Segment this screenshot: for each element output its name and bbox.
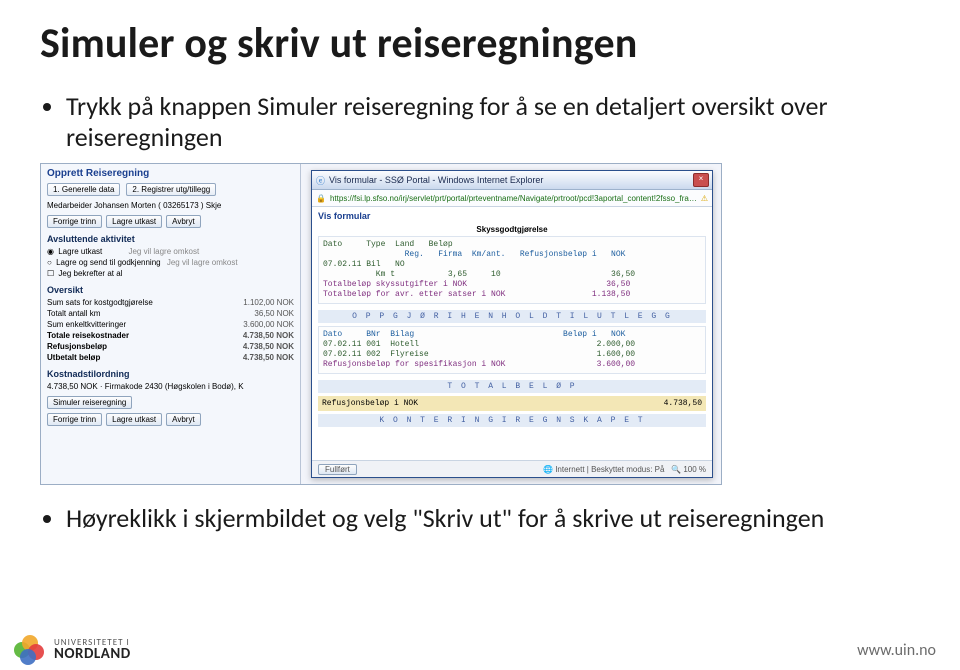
refund-value: 4.738,50	[664, 399, 702, 408]
sap-left-panel: Opprett Reiseregning 1. Generelle data 2…	[41, 164, 301, 484]
t2-r2: 07.02.11 002 Flyreise 1.600,00	[323, 350, 635, 359]
step-1-num: 1.	[53, 185, 60, 194]
wizard-step-2[interactable]: 2. Registrer utg/tillegg	[126, 183, 216, 196]
t2-r1: 07.02.11 001 Hotell 2.000,00	[323, 340, 635, 349]
bullet-1-b: Simuler reiseregning	[257, 90, 473, 122]
row-antkm-label: Totalt antall km	[47, 309, 100, 318]
popup-addressbar[interactable]: 🔒 https://fsi.lp.sfso.no/irj/servlet/prt…	[312, 190, 712, 207]
wizard-steps: 1. Generelle data 2. Registrer utg/tille…	[47, 183, 294, 196]
bullet-1-a: Trykk på knappen	[66, 90, 257, 122]
band-oppgjor: O P P G J Ø R I H E N H O L D T I L U T …	[318, 310, 706, 323]
t1-r1: 07.02.11 Bil NO	[323, 260, 405, 269]
step-2-label: Registrer utg/tillegg	[141, 185, 210, 194]
row-refund-value: 4.738,50 NOK	[243, 342, 294, 351]
skyss-table: Dato Type Land Beløp Reg. Firma Km/ant. …	[318, 236, 706, 304]
row-refund-label: Refusjonsbeløp	[47, 342, 107, 351]
employee-line: Medarbeider Johansen Morten ( 03265173 )…	[47, 200, 294, 211]
row-kost-value: 1.102,00 NOK	[243, 298, 294, 307]
done-button[interactable]: Fullført	[318, 464, 357, 475]
save-draft-button-2[interactable]: Lagre utkast	[106, 413, 162, 426]
uin-logo: UNIVERSITETET I NORDLAND	[14, 635, 131, 665]
step-2-num: 2.	[132, 185, 139, 194]
cancel-button-2[interactable]: Avbryt	[166, 413, 201, 426]
employee-label: Medarbeider Johansen Morten ( 03265173 )…	[47, 201, 221, 210]
refund-label: Refusjonsbeløp i NOK	[322, 399, 418, 408]
confirm-row[interactable]: ☐ Jeg bekrefter at al	[47, 268, 294, 279]
t1-tot2: Totalbeløp for avr. etter satser i NOK 1…	[323, 290, 630, 299]
popup-body: Vis formular Skyssgodtgjørelse Dato Type…	[312, 207, 712, 460]
warning-icon: ⚠	[701, 194, 708, 203]
band-kontering: K O N T E R I N G I R E G N S K A P E T	[318, 414, 706, 427]
confirm-label: Jeg bekrefter at al	[58, 269, 122, 278]
simulate-button[interactable]: Simuler reiseregning	[47, 396, 132, 409]
row-paid-label: Utbetalt beløp	[47, 353, 100, 362]
internet-icon: 🌐	[543, 465, 553, 474]
popup-title-text: Vis formular - SSØ Portal - Windows Inte…	[329, 175, 543, 185]
row-total-value: 4.738,50 NOK	[243, 331, 294, 340]
logo-line2: NORDLAND	[54, 647, 131, 662]
status-internet-text: Internett | Beskyttet modus: På	[555, 465, 664, 474]
popup-titlebar: ⓔ Vis formular - SSØ Portal - Windows In…	[312, 171, 712, 190]
t1-head2: Reg. Firma Km/ant. Refusjonsbeløp i NOK	[323, 250, 625, 259]
row-kost-label: Sum sats for kostgodtgjørelse	[47, 298, 153, 307]
radio-save-desc: Jeg vil lagre omkost	[128, 247, 199, 256]
band-totalbelop: T O T A L B E L Ø P	[318, 380, 706, 393]
slide-title: Simuler og skriv ut reiseregningen	[40, 18, 920, 69]
row-total-label: Totale reisekostnader	[47, 331, 129, 340]
popup-window: ⓔ Vis formular - SSØ Portal - Windows In…	[311, 170, 713, 478]
t2-tot: Refusjonsbeløp for spesifikasjon i NOK 3…	[323, 360, 635, 369]
radio-send-label: Lagre og send til godkjenning	[56, 258, 161, 267]
bullet-1: Trykk på knappen Simuler reiseregning fo…	[66, 91, 920, 153]
radio-send-approval[interactable]: ○ Lagre og send til godkjenning Jeg vil …	[47, 257, 294, 268]
save-draft-button[interactable]: Lagre utkast	[106, 215, 162, 228]
prev-step-button[interactable]: Forrige trinn	[47, 215, 102, 228]
checkbox-icon: ☐	[47, 269, 54, 278]
finishing-activity-header: Avsluttende aktivitet	[47, 234, 294, 244]
opprett-reiseregning-header: Opprett Reiseregning	[47, 168, 294, 179]
slide-footer: UNIVERSITETET I NORDLAND www.uin.no	[0, 634, 960, 670]
lock-icon: 🔒	[316, 194, 326, 203]
close-icon[interactable]: ×	[693, 173, 709, 187]
skyss-header: Skyssgodtgjørelse	[318, 225, 706, 234]
radio-save-label: Lagre utkast	[58, 247, 102, 256]
bullet-2: Høyreklikk i skjermbildet og velg "Skriv…	[66, 503, 920, 534]
row-kvitt-label: Sum enkeltkvitteringer	[47, 320, 126, 329]
uin-logo-mark	[14, 635, 44, 665]
t1-r2: Km t 3,65 10 36,50	[323, 270, 635, 279]
step-1-label: Generelle data	[62, 185, 114, 194]
footer-url: www.uin.no	[857, 641, 936, 660]
row-antkm-value: 36,50 NOK	[254, 309, 294, 318]
radio-dot-icon: ◉	[47, 247, 54, 256]
refund-highlight-row: Refusjonsbeløp i NOK 4.738,50	[318, 396, 706, 411]
radio-send-desc: Jeg vil lagre omkost	[167, 258, 238, 267]
t2-head: Dato BNr Bilag Beløp i NOK	[323, 330, 625, 339]
cancel-button[interactable]: Avbryt	[166, 215, 201, 228]
overview-header: Oversikt	[47, 285, 294, 295]
row-paid-value: 4.738,50 NOK	[243, 353, 294, 362]
popup-url-text: https://fsi.lp.sfso.no/irj/servlet/prt/p…	[330, 194, 697, 203]
radio-empty-icon: ○	[47, 258, 52, 267]
status-zoom: 100 %	[683, 465, 706, 474]
popup-statusbar: Fullført 🌐 Internett | Beskyttet modus: …	[312, 460, 712, 477]
t1-tot1: Totalbeløp skyssutgifter i NOK 36,50	[323, 280, 630, 289]
row-kvitt-value: 3.600,00 NOK	[243, 320, 294, 329]
wizard-step-1[interactable]: 1. Generelle data	[47, 183, 120, 196]
utlegg-table: Dato BNr Bilag Beløp i NOK 07.02.11 001 …	[318, 326, 706, 374]
t1-head: Dato Type Land Beløp	[323, 240, 453, 249]
prev-step-button-2[interactable]: Forrige trinn	[47, 413, 102, 426]
vis-formular-title: Vis formular	[318, 211, 706, 221]
costassign-header: Kostnadstilordning	[47, 369, 294, 379]
costassign-line: 4.738,50 NOK · Firmakode 2430 (Høgskolen…	[47, 382, 244, 391]
radio-save-draft[interactable]: ◉ Lagre utkast Jeg vil lagre omkost	[47, 246, 294, 257]
embedded-screenshot: Opprett Reiseregning 1. Generelle data 2…	[40, 163, 722, 485]
ie-icon: ⓔ	[316, 174, 325, 187]
